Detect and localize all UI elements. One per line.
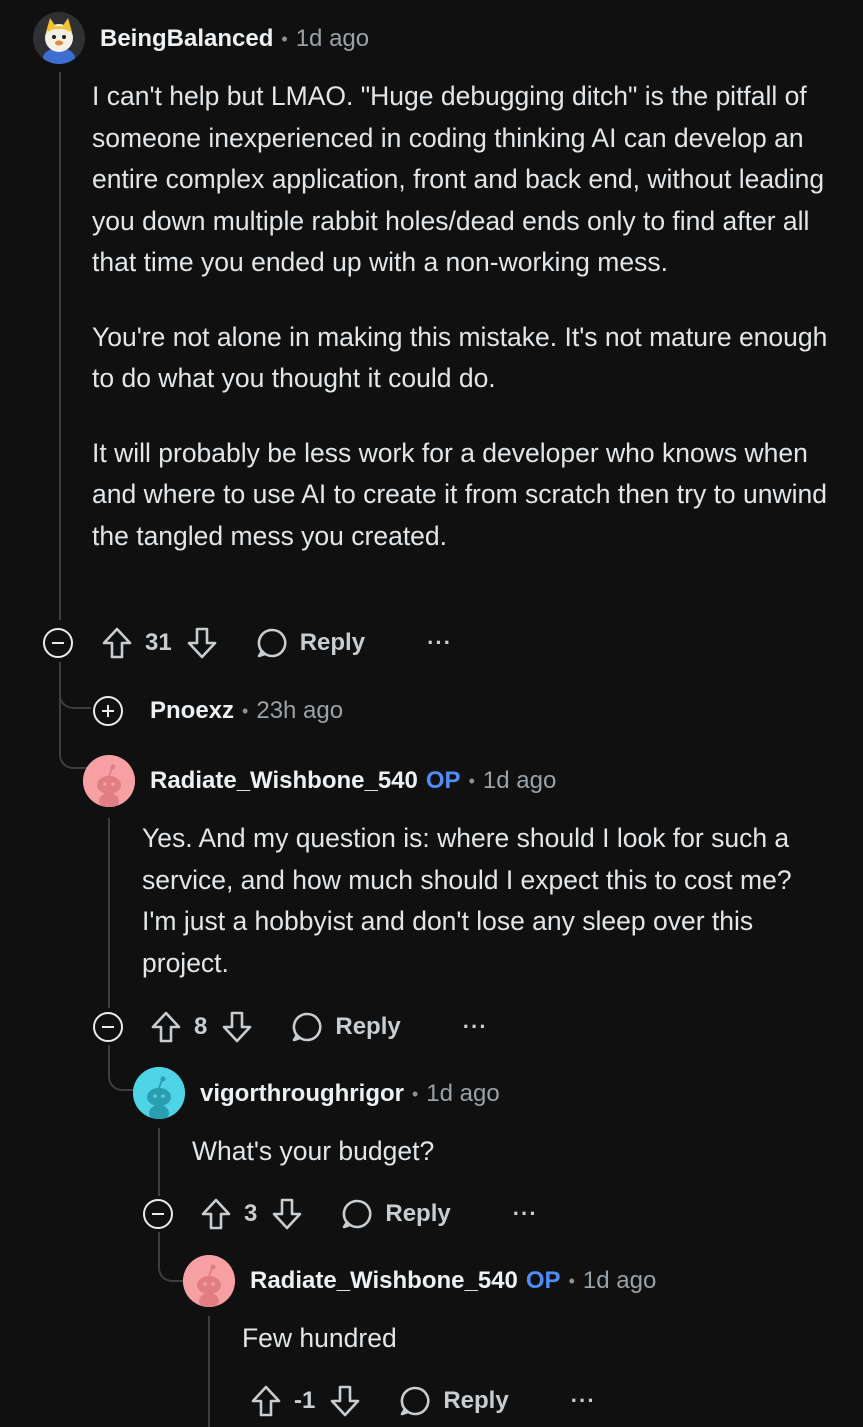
- username[interactable]: BeingBalanced: [100, 25, 273, 53]
- reply-bubble-icon: [293, 1012, 322, 1042]
- user-avatar-icon: [33, 12, 85, 64]
- collapse-icon: [152, 1212, 164, 1216]
- separator-dot: •: [568, 1270, 575, 1291]
- avatar[interactable]: [33, 12, 85, 64]
- reply-label: Reply: [299, 629, 366, 656]
- reply-bubble-icon: [343, 1199, 372, 1229]
- timestamp: 23h ago: [256, 697, 344, 724]
- comment-header: Radiate_Wishbone_540 OP • 1d ago: [250, 1266, 656, 1296]
- upvote-icon[interactable]: [200, 1197, 232, 1231]
- reply-bubble-icon: [401, 1386, 430, 1416]
- expand-button[interactable]: [93, 696, 123, 726]
- vote-count: 31: [145, 629, 172, 656]
- timestamp: 1d ago: [582, 1267, 657, 1294]
- reply-label: Reply: [385, 1200, 451, 1227]
- username[interactable]: Pnoexz: [150, 697, 234, 725]
- thread-line-level1[interactable]: [108, 818, 110, 1008]
- thread-line-level0[interactable]: [59, 72, 61, 620]
- avatar[interactable]: [83, 755, 135, 807]
- upvote-icon[interactable]: [250, 1384, 282, 1418]
- vote-count: -1: [294, 1387, 316, 1414]
- downvote-icon[interactable]: [329, 1384, 361, 1418]
- reply-button[interactable]: Reply: [256, 627, 365, 659]
- collapse-button[interactable]: [93, 1012, 123, 1042]
- comment-paragraph: I can't help but LMAO. "Huge debugging d…: [92, 81, 825, 277]
- timestamp: 1d ago: [482, 767, 557, 794]
- thread-line-level3[interactable]: [208, 1316, 210, 1427]
- username[interactable]: Radiate_Wishbone_540: [250, 1267, 518, 1295]
- timestamp: 1d ago: [426, 1080, 500, 1107]
- comment-header: Pnoexz • 23h ago: [150, 696, 343, 726]
- more-options-icon[interactable]: ···: [513, 1201, 538, 1227]
- more-options-icon[interactable]: ···: [427, 630, 452, 656]
- comment-actions: 8 Reply ···: [150, 1007, 488, 1047]
- comment-body: I can't help but LMAO. "Huge debugging d…: [92, 76, 832, 590]
- thread-elbow: [59, 705, 89, 769]
- comment-paragraph: What's your budget?: [192, 1136, 435, 1166]
- username[interactable]: vigorthroughrigor: [200, 1080, 404, 1108]
- comment-header: vigorthroughrigor • 1d ago: [200, 1079, 500, 1109]
- vote-count: 8: [194, 1013, 208, 1040]
- avatar[interactable]: [183, 1255, 235, 1307]
- comment-paragraph: Few hundred: [242, 1323, 397, 1353]
- comment-actions: 31 Reply ···: [101, 623, 452, 663]
- reply-button[interactable]: Reply: [341, 1198, 451, 1230]
- snoo-avatar-icon: [133, 1067, 185, 1119]
- upvote-icon[interactable]: [150, 1010, 182, 1044]
- downvote-icon[interactable]: [186, 626, 218, 660]
- thread-elbow: [59, 665, 91, 709]
- snoo-avatar-icon: [83, 755, 135, 807]
- more-options-icon[interactable]: ···: [463, 1014, 488, 1040]
- comment-header: BeingBalanced • 1d ago: [100, 24, 369, 54]
- upvote-icon[interactable]: [101, 626, 133, 660]
- more-options-icon[interactable]: ···: [571, 1388, 596, 1414]
- op-badge: OP: [425, 767, 461, 794]
- downvote-icon[interactable]: [221, 1010, 253, 1044]
- collapse-button[interactable]: [43, 628, 73, 658]
- op-badge: OP: [525, 1267, 561, 1294]
- vote-count: 3: [244, 1200, 258, 1227]
- separator-dot: •: [242, 700, 249, 721]
- collapse-icon: [102, 1025, 114, 1029]
- comment-paragraph: It will probably be less work for a deve…: [92, 437, 828, 551]
- downvote-icon[interactable]: [271, 1197, 303, 1231]
- separator-dot: •: [468, 770, 475, 791]
- thread-line-level2[interactable]: [158, 1128, 160, 1196]
- timestamp: 1d ago: [295, 25, 370, 52]
- username[interactable]: Radiate_Wishbone_540: [150, 767, 418, 795]
- reply-bubble-icon: [257, 628, 287, 658]
- snoo-avatar-icon: [183, 1255, 235, 1307]
- comment-header: Radiate_Wishbone_540 OP • 1d ago: [150, 766, 556, 796]
- reply-button[interactable]: Reply: [291, 1011, 401, 1043]
- reply-label: Reply: [335, 1013, 401, 1040]
- comment-paragraph: Yes. And my question is: where should I …: [142, 823, 792, 978]
- comment-body: Yes. And my question is: where should I …: [142, 818, 812, 1017]
- collapse-icon: [52, 641, 64, 645]
- comment-actions: -1 Reply ···: [250, 1381, 596, 1421]
- comment-actions: 3 Reply ···: [200, 1194, 538, 1234]
- reply-label: Reply: [443, 1387, 509, 1414]
- avatar[interactable]: [133, 1067, 185, 1119]
- collapse-button[interactable]: [143, 1199, 173, 1229]
- separator-dot: •: [281, 28, 288, 49]
- comment-paragraph: You're not alone in making this mistake.…: [92, 321, 828, 394]
- reply-button[interactable]: Reply: [399, 1385, 509, 1417]
- separator-dot: •: [411, 1083, 419, 1104]
